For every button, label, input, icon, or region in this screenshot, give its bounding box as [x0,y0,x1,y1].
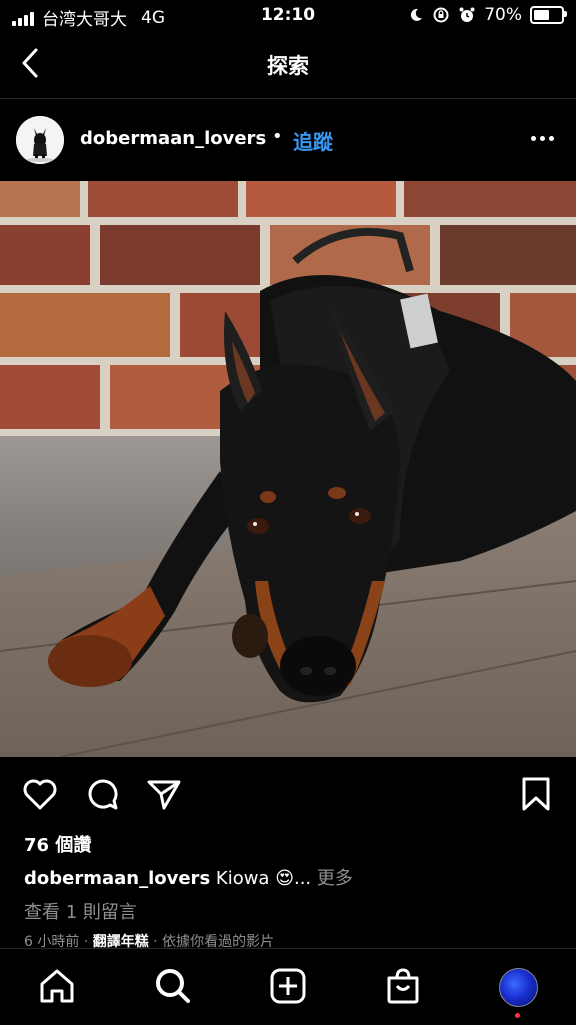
caption-more-link[interactable]: 更多 [317,868,353,889]
shop-icon[interactable] [384,967,422,1005]
like-count[interactable]: 76 個讚 [24,831,91,857]
caption-text: Kiowa [215,868,270,889]
bookmark-icon[interactable] [517,775,555,813]
more-options-icon[interactable] [531,136,554,141]
follow-button[interactable]: 追蹤 [293,126,333,155]
create-icon[interactable] [269,967,307,1005]
heart-icon[interactable] [21,775,59,813]
battery-percent: 70% [484,5,522,25]
page-title: 探索 [267,54,309,78]
post-author-avatar[interactable] [16,116,64,164]
view-comments-link[interactable]: 查看 1 則留言 [24,898,137,924]
post-username[interactable]: dobermaan_lovers [80,128,266,149]
caption-ellipsis: ... [293,868,312,889]
post-image[interactable] [0,181,576,757]
search-icon[interactable] [154,967,192,1005]
doberman-photo [0,181,576,757]
caption: dobermaan_lovers Kiowa 😍... 更多 [24,864,353,890]
post-header: dobermaan_lovers • 追蹤 [0,100,576,180]
tab-bar [0,948,576,1025]
notification-dot [515,1013,520,1018]
caption-emoji: 😍 [275,868,294,889]
moon-icon [411,8,423,21]
status-bar: 台湾大哥大 4G 12:10 70% [0,0,576,32]
profile-avatar[interactable] [499,968,538,1007]
status-right: 70% [408,5,567,25]
rotation-lock-icon [433,7,449,23]
caption-username[interactable]: dobermaan_lovers [24,868,210,889]
home-icon[interactable] [38,967,76,1005]
post-actions [0,767,576,819]
share-icon[interactable] [145,775,183,813]
navigation-bar: 探索 [0,32,576,99]
comment-icon[interactable] [83,775,121,813]
doberman-avatar-image [16,116,64,164]
battery-icon [530,6,567,24]
separator-dot: • [272,126,283,147]
alarm-icon [459,7,475,22]
